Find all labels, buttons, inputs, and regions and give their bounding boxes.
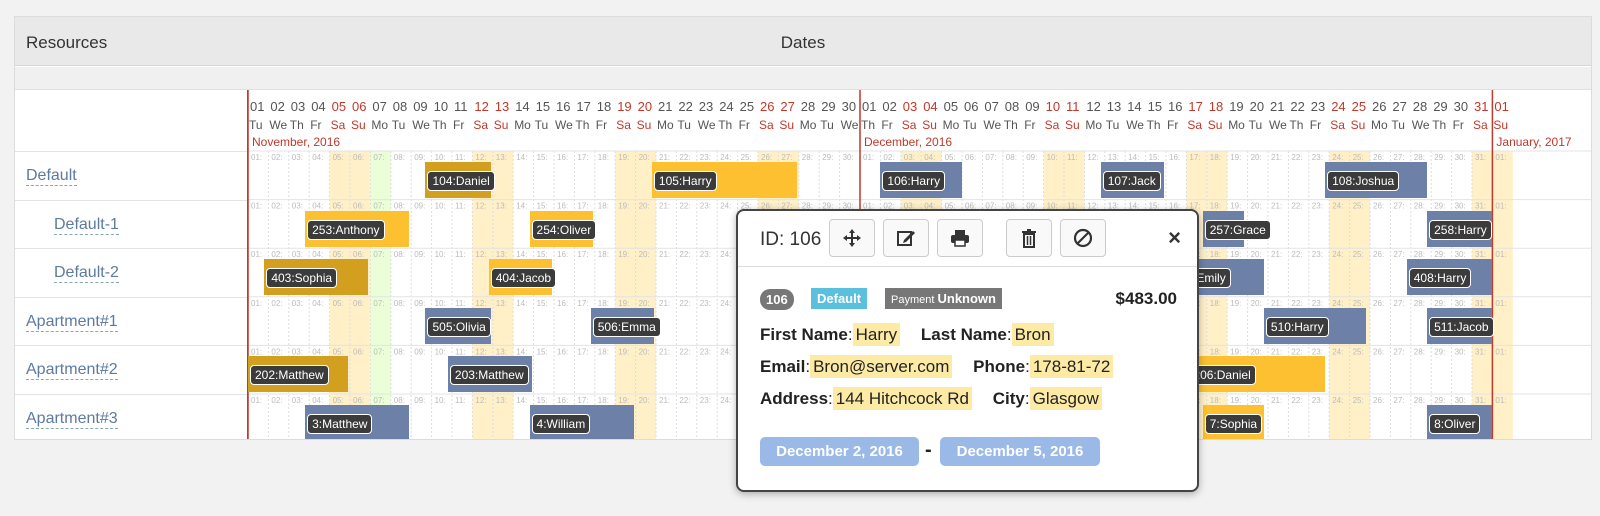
popup-divider [738, 266, 1197, 267]
resource-row: Default-2 [15, 248, 247, 297]
resource-row: Apartment#1 [15, 296, 247, 346]
booking-bar[interactable]: 203:Matthew [447, 356, 532, 393]
booking-bar[interactable]: 202:Matthew [248, 356, 348, 393]
booking-bar[interactable]: 254:Oliver [529, 210, 597, 247]
booking-bar[interactable]: 258:Harry [1427, 210, 1493, 247]
resource-row: Apartment#2 [15, 345, 247, 394]
cancel-booking-button[interactable] [1060, 219, 1106, 257]
booking-label: 258:Harry [1429, 219, 1492, 240]
booking-label: 105:Harry [653, 171, 717, 191]
booking-bar[interactable]: 206:Daniel [1186, 356, 1326, 393]
move-button[interactable] [829, 219, 875, 257]
resource-link[interactable]: Apartment#1 [26, 313, 118, 332]
booking-bar[interactable]: 105:Harry [651, 162, 797, 198]
ban-icon [1073, 228, 1093, 248]
city-label: City [992, 389, 1025, 408]
email-label: Email [760, 357, 806, 376]
last-name-label: Last Name [920, 325, 1007, 344]
date-from-button[interactable]: December 2, 2016 [760, 437, 919, 466]
booking-label: 107:Jack [1102, 171, 1161, 191]
resource-link[interactable]: Default-2 [54, 264, 119, 284]
booking-bar[interactable]: 403:Sophia [264, 259, 369, 296]
booking-label: 404:Jacob [490, 268, 557, 289]
delete-button[interactable] [1006, 219, 1052, 257]
booking-bar[interactable]: 511:Jacob [1427, 307, 1494, 344]
booking-label: 510:Harry [1265, 316, 1329, 337]
resource-link[interactable]: Default [26, 167, 77, 186]
trash-icon [1022, 229, 1036, 248]
booking-label: 202:Matthew [250, 365, 329, 386]
booking-bar[interactable]: 505:Olivia [425, 307, 491, 344]
resource-link[interactable]: Default-1 [54, 216, 119, 235]
booking-label: 408:Harry [1408, 268, 1472, 289]
price: $483.00 [1115, 289, 1177, 308]
resource-row: Default-1 [15, 199, 247, 249]
resource-row: Apartment#3 [15, 394, 247, 439]
booking-label: 511:Jacob [1429, 316, 1494, 337]
booking-bar[interactable]: 104:Daniel [425, 162, 495, 198]
booking-bar[interactable]: 506:Emma [590, 307, 661, 344]
booking-label: 104:Daniel [427, 171, 495, 191]
booking-bar[interactable]: 404:Jacob [488, 259, 557, 296]
booking-bar[interactable]: 7:Sophia [1202, 405, 1264, 439]
date-to-button[interactable]: December 5, 2016 [940, 437, 1100, 466]
booking-bar[interactable]: 108:Joshua [1325, 162, 1428, 198]
booking-label: 203:Matthew [449, 365, 529, 386]
booking-label: 8:Oliver [1429, 414, 1481, 434]
booking-bar[interactable]: 107:Jack [1100, 162, 1164, 198]
email-value: Bron@server.com [810, 355, 953, 378]
payment-prefix: Payment [891, 294, 935, 306]
booking-bar[interactable]: 510:Harry [1263, 307, 1366, 344]
resource-row: Default [15, 151, 247, 200]
id-badge: 106 [760, 289, 794, 310]
booking-bar[interactable]: 8:Oliver [1427, 405, 1493, 439]
resource-link[interactable]: Apartment#3 [26, 410, 118, 429]
booking-label: 257:Grace [1204, 219, 1271, 240]
address-value: 144 Hitchcock Rd [832, 387, 972, 410]
booking-label: 505:Olivia [427, 316, 491, 337]
address-row: Address: 144 Hitchcock Rd City: Glasgow [760, 387, 1102, 410]
booking-label: 3:Matthew [307, 414, 373, 434]
booking-label: 403:Sophia [266, 268, 338, 289]
booking-label: 106:Harry [882, 171, 946, 191]
print-button[interactable] [937, 219, 983, 257]
payment-badge: Payment Unknown [885, 288, 1002, 309]
booking-label: 254:Oliver [531, 219, 597, 240]
booking-label: 506:Emma [592, 316, 661, 337]
status-badge: Default [811, 288, 868, 309]
booking-bar[interactable]: 106:Harry [880, 162, 962, 198]
booking-label: 4:William [531, 414, 591, 434]
phone-value: 178-81-72 [1029, 355, 1114, 378]
booking-bar[interactable]: 408:Harry [1406, 259, 1493, 296]
payment-status: Unknown [937, 291, 996, 306]
booking-label: 253:Anthony [307, 219, 385, 240]
header-subbar [15, 67, 1591, 90]
phone-label: Phone [973, 357, 1026, 376]
move-icon [843, 229, 861, 247]
last-name-value: Bron [1011, 323, 1054, 346]
print-icon [951, 230, 969, 247]
edit-icon [897, 231, 915, 246]
city-value: Glasgow [1029, 387, 1102, 410]
popup-title: ID: 106 [760, 229, 822, 250]
close-icon[interactable]: × [1168, 225, 1181, 251]
address-label: Address [760, 389, 829, 408]
booking-bar[interactable]: 253:Anthony [305, 210, 410, 247]
first-name-label: First Name [760, 325, 848, 344]
booking-bar[interactable]: 4:William [529, 405, 634, 439]
booking-label: 108:Joshua [1327, 171, 1400, 191]
booking-bar[interactable]: 257:Grace [1202, 210, 1271, 247]
edit-button[interactable] [883, 219, 929, 257]
booking-bar[interactable]: 3:Matthew [305, 405, 410, 439]
booking-popup: ID: 106 × 106 Default Payment Unknown $4… [736, 209, 1199, 492]
contact-row: Email: Bron@server.com Phone: 178-81-72 [760, 355, 1114, 378]
resource-link[interactable]: Apartment#2 [26, 361, 118, 381]
first-name-value: Harry [852, 323, 901, 346]
dates-header: Dates [780, 33, 826, 52]
date-separator: - [925, 439, 932, 461]
scheduler-header: Resources Dates [15, 17, 1591, 66]
name-row: First Name: Harry Last Name: Bron [760, 323, 1054, 346]
booking-label: 7:Sophia [1204, 414, 1263, 434]
